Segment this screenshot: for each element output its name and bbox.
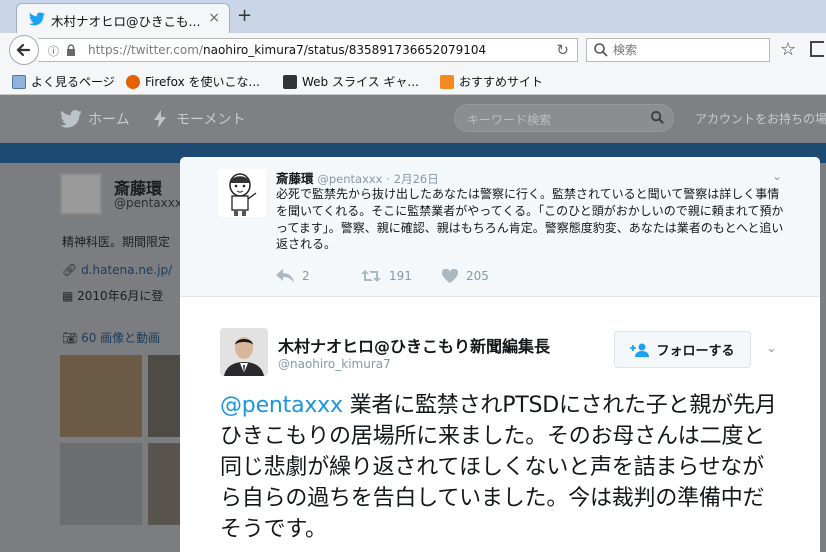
author-name[interactable]: 木村ナオヒロ@ひきこもり新聞編集長 [278, 333, 550, 357]
profile-joined-text: 2010年6月に登 [77, 289, 164, 303]
bookmark-label: よく見るページ [31, 75, 115, 89]
mention-link[interactable]: @pentaxxx [220, 393, 343, 418]
twitter-search-box[interactable]: キーワード検索 [454, 104, 674, 132]
like-count: 205 [466, 269, 489, 283]
profile-bio: 精神科医。期間限定 [62, 235, 171, 249]
follow-button-label: フォローする [656, 344, 735, 359]
separator-dot: · [386, 172, 390, 186]
browser-search-input[interactable] [613, 42, 763, 58]
reply-count: 2 [302, 269, 310, 283]
like-button[interactable]: 205 [442, 269, 489, 283]
avatar[interactable] [220, 328, 268, 376]
bookmark-label: おすすめサイト [459, 75, 544, 89]
library-icon[interactable] [810, 41, 824, 57]
bookmark-label: Web スライス ギャ... [302, 75, 419, 89]
lightning-icon [154, 110, 166, 128]
browser-tab[interactable]: 木村ナオヒロ@ひきこも... × [16, 3, 230, 33]
heart-icon [442, 269, 458, 283]
nav-moments-label: モーメント [176, 112, 246, 128]
reply-icon [276, 269, 294, 283]
profile-joined: ▦ 2010年6月に登 [62, 287, 163, 304]
author-handle[interactable]: @pentaxxx [317, 172, 382, 186]
avatar[interactable] [218, 169, 266, 217]
twitter-top-nav: ホーム モーメント キーワード検索 アカウントをお持ちの場 [0, 95, 826, 141]
url-prefix: https://twitter.com/ [88, 43, 203, 57]
bookmark-folder-icon [12, 74, 26, 89]
firefox-icon [126, 74, 140, 89]
search-icon[interactable] [650, 110, 665, 125]
bookmarks-toolbar: よく見るページ Firefox を使いこな... Web スライス ギャ... … [0, 67, 826, 95]
twitter-search-placeholder: キーワード検索 [467, 113, 552, 127]
media-thumbnail[interactable] [60, 355, 142, 437]
back-arrow-icon [16, 43, 31, 57]
twitter-bird-icon [29, 12, 45, 26]
url-bar[interactable]: ⓘ https://twitter.com/naohiro_kimura7/st… [38, 38, 578, 62]
camera-icon: 📷︎ [62, 331, 82, 345]
profile-media-link[interactable]: 📷︎ 60 画像と動画 [62, 329, 160, 346]
url-path: naohiro_kimura7/status/83589173665207910… [202, 43, 487, 57]
bookmark-item[interactable]: Web スライス ギャ... [283, 73, 419, 90]
media-thumbnail[interactable] [148, 443, 184, 525]
tweet-text: 必死で監禁先から抜け出したあなたは警察に行く。監禁されていると聞いて警察は詳しく… [276, 187, 784, 252]
ancestor-tweet-header: 斎藤環 @pentaxxx · 2月26日 [276, 168, 439, 187]
new-tab-button[interactable]: + [237, 5, 252, 26]
main-tweet: 木村ナオヒロ@ひきこもり新聞編集長 @naohiro_kimura7 フォローす… [180, 298, 820, 552]
follow-button[interactable]: フォローする [614, 331, 751, 368]
bookmark-item[interactable]: よく見るページ [12, 73, 115, 90]
cartoon-avatar-icon [218, 169, 266, 217]
profile-photo-icon [220, 328, 268, 376]
web-slice-icon [283, 74, 297, 89]
chevron-down-icon[interactable]: ⌄ [772, 169, 782, 183]
url-text[interactable]: https://twitter.com/naohiro_kimura7/stat… [88, 43, 486, 57]
bookmark-item[interactable]: Firefox を使いこな... [126, 73, 260, 90]
author-name[interactable]: 斎藤環 [276, 171, 314, 186]
reply-button[interactable]: 2 [276, 269, 361, 283]
bookmark-star-icon[interactable]: ☆ [780, 39, 796, 60]
nav-moments[interactable]: モーメント [154, 109, 245, 129]
profile-link-text: d.hatena.ne.jp/ [81, 263, 173, 277]
tweet-date[interactable]: 2月26日 [394, 172, 439, 186]
tab-close-icon[interactable]: × [208, 10, 220, 26]
tab-strip: 木村ナオヒロ@ひきこも... × + [0, 0, 826, 33]
nav-home[interactable]: ホーム [60, 109, 130, 129]
bookmark-item[interactable]: おすすめサイト [440, 73, 543, 90]
twitter-bird-icon [60, 110, 82, 128]
retweet-button[interactable]: 191 [361, 269, 442, 283]
retweet-icon [361, 270, 381, 282]
search-icon [594, 43, 608, 57]
author-handle[interactable]: @naohiro_kimura7 [278, 357, 391, 371]
tweet-text: @pentaxxx 業者に監禁されPTSDにされた子と親が先月ひきこもりの居場所… [220, 390, 780, 545]
retweet-count: 191 [389, 269, 412, 283]
tweet-actions: 2 191 205 [276, 269, 489, 283]
calendar-icon: ▦ [62, 289, 78, 303]
reload-icon[interactable]: ↻ [556, 41, 569, 59]
profile-media-text: 60 画像と動画 [81, 331, 161, 345]
media-thumbnail[interactable] [60, 443, 142, 525]
browser-search-bar[interactable] [586, 38, 770, 62]
media-thumbnail[interactable] [148, 355, 184, 437]
suggested-sites-icon [440, 74, 454, 89]
avatar[interactable] [60, 173, 102, 215]
profile-handle[interactable]: @pentaxxx [114, 196, 182, 210]
nav-home-label: ホーム [88, 112, 130, 128]
bookmark-label: Firefox を使いこな... [145, 75, 260, 89]
link-icon: 🔗︎ [62, 263, 82, 277]
info-icon[interactable]: ⓘ [48, 43, 59, 59]
tab-title: 木村ナオヒロ@ひきこも... [51, 14, 201, 29]
add-user-icon [630, 343, 650, 357]
back-button[interactable] [9, 35, 39, 65]
account-prompt[interactable]: アカウントをお持ちの場 [695, 110, 826, 127]
lock-icon[interactable] [66, 44, 76, 56]
navigation-toolbar: ⓘ https://twitter.com/naohiro_kimura7/st… [0, 33, 826, 67]
tweet-permalink-modal: 斎藤環 @pentaxxx · 2月26日 ⌄ 必死で監禁先から抜け出したあなた… [180, 157, 820, 552]
chevron-down-icon[interactable]: ⌄ [766, 341, 777, 356]
ancestor-tweet[interactable]: 斎藤環 @pentaxxx · 2月26日 ⌄ 必死で監禁先から抜け出したあなた… [180, 157, 820, 297]
profile-link[interactable]: 🔗︎ d.hatena.ne.jp/ [62, 263, 172, 277]
